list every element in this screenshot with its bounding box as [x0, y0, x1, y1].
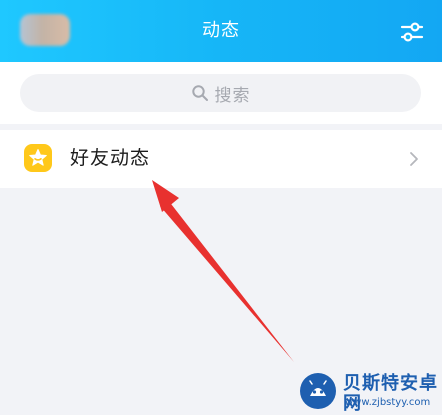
list-item-label: 好友动态: [70, 147, 151, 169]
watermark-logo-icon: [300, 373, 336, 409]
search-icon: [191, 85, 208, 101]
list-item-friend-feed[interactable]: 好友动态: [0, 130, 442, 188]
page-title: 动态: [202, 20, 240, 41]
settings-button[interactable]: [396, 16, 428, 48]
watermark-url: www.zjbstyy.com: [345, 397, 431, 408]
search-section: 搜索: [0, 62, 442, 124]
search-placeholder: 搜索: [214, 85, 251, 106]
chevron-right-icon: [410, 152, 418, 166]
top-bar: 动态: [0, 0, 442, 62]
sliders-icon: [400, 22, 424, 42]
star-badge-icon: [24, 144, 52, 172]
search-input[interactable]: 搜索: [20, 74, 421, 112]
